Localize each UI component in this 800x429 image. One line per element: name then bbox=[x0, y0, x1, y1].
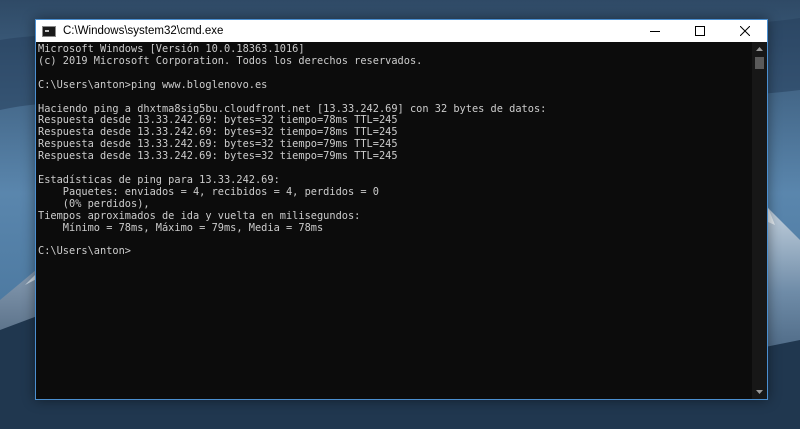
console-line: C:\Users\anton> bbox=[38, 245, 131, 258]
scroll-down-button[interactable] bbox=[752, 385, 767, 399]
cmd-window[interactable]: C:\Windows\system32\cmd.exe Microsoft Wi… bbox=[35, 19, 768, 400]
minimize-icon bbox=[649, 31, 660, 32]
close-button[interactable] bbox=[722, 20, 767, 42]
console-line: (0% perdidos), bbox=[38, 197, 150, 210]
console-line: Respuesta desde 13.33.242.69: bytes=32 t… bbox=[38, 114, 398, 127]
console-line: Mínimo = 78ms, Máximo = 79ms, Media = 78… bbox=[38, 221, 324, 234]
scroll-up-button[interactable] bbox=[752, 42, 767, 56]
console-line: Microsoft Windows [Versión 10.0.18363.10… bbox=[38, 43, 305, 55]
console-line: Tiempos aproximados de ida y vuelta en m… bbox=[38, 209, 361, 222]
console-text: Microsoft Windows [Versión 10.0.18363.10… bbox=[36, 42, 752, 258]
console-line: Respuesta desde 13.33.242.69: bytes=32 t… bbox=[38, 138, 398, 151]
cmd-icon[interactable] bbox=[42, 25, 56, 37]
title-bar[interactable]: C:\Windows\system32\cmd.exe bbox=[36, 20, 767, 42]
console-line: Respuesta desde 13.33.242.69: bytes=32 t… bbox=[38, 150, 398, 163]
scroll-thumb[interactable] bbox=[755, 57, 764, 69]
minimize-button[interactable] bbox=[632, 20, 677, 42]
window-title: C:\Windows\system32\cmd.exe bbox=[63, 25, 224, 37]
console-output[interactable]: Microsoft Windows [Versión 10.0.18363.10… bbox=[36, 42, 752, 399]
console-line: Estadísticas de ping para 13.33.242.69: bbox=[38, 173, 280, 186]
arrow-down-icon bbox=[756, 390, 763, 394]
maximize-button[interactable] bbox=[677, 20, 722, 42]
window-controls bbox=[632, 20, 767, 42]
console-line: Respuesta desde 13.33.242.69: bytes=32 t… bbox=[38, 126, 398, 139]
console-line: Haciendo ping a dhxtma8sig5bu.cloudfront… bbox=[38, 102, 547, 115]
arrow-up-icon bbox=[756, 47, 763, 51]
console-line: C:\Users\anton>ping www.bloglenovo.es bbox=[38, 78, 268, 91]
maximize-icon bbox=[694, 26, 705, 36]
console-line: (c) 2019 Microsoft Corporation. Todos lo… bbox=[38, 54, 423, 67]
console-line: Paquetes: enviados = 4, recibidos = 4, p… bbox=[38, 185, 379, 198]
vertical-scrollbar[interactable] bbox=[752, 42, 767, 399]
close-icon bbox=[739, 26, 750, 36]
